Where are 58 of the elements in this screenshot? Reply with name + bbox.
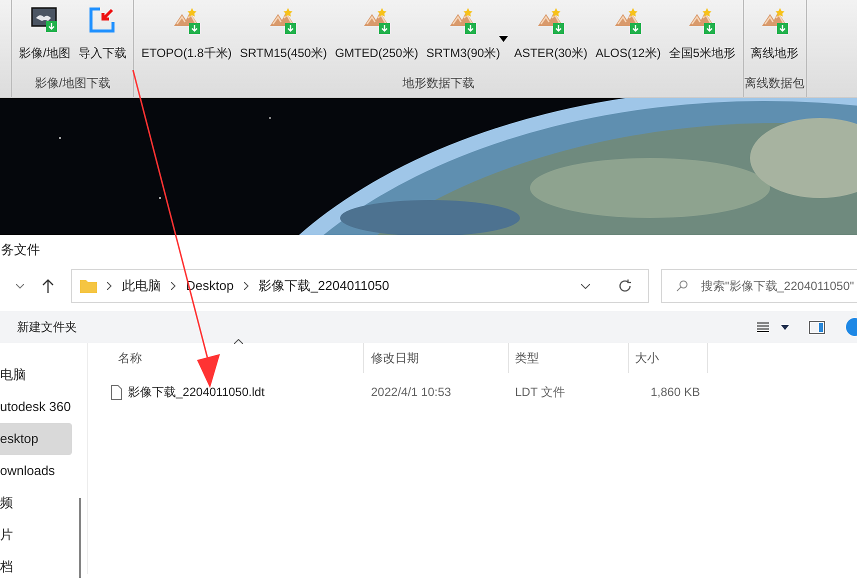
file-name[interactable]: 影像下载_2204011050.ldt [128, 383, 265, 401]
ribbon-button[interactable]: 全国5米地形 [666, 6, 738, 64]
map-download-icon [30, 6, 60, 34]
ribbon-button[interactable]: ALOS(12米) [593, 6, 663, 64]
nav-item[interactable]: 频 [0, 487, 72, 519]
chevron-right-icon [171, 282, 176, 290]
terrain-download-icon [613, 6, 644, 34]
terrain-download-icon [448, 6, 478, 34]
chevron-down-icon[interactable] [581, 284, 590, 288]
new-folder-button[interactable]: 新建文件夹 [17, 318, 77, 336]
column-header[interactable]: 修改日期 [364, 343, 509, 373]
terrain-download-icon [760, 6, 790, 34]
list-view-icon[interactable] [757, 322, 769, 332]
column-header[interactable]: 类型 [509, 343, 629, 373]
sort-caret-icon [234, 339, 243, 344]
ribbon-button[interactable]: 导入下载 [76, 6, 128, 64]
ribbon-button[interactable]: ASTER(30米) [512, 6, 590, 64]
terrain-download-icon [536, 6, 566, 34]
up-arrow-icon[interactable] [42, 279, 54, 293]
group-label: 离线数据包 [744, 75, 806, 92]
folder-icon [80, 279, 97, 293]
nav-item[interactable]: utodesk 360 [0, 391, 72, 423]
column-header[interactable]: 大小 [629, 343, 708, 373]
dialog-title: 务文件 [0, 241, 41, 259]
scrollbar[interactable] [79, 498, 81, 578]
import-icon [88, 6, 116, 34]
caret-icon[interactable] [781, 324, 789, 330]
ribbon-button[interactable]: ETOPO(1.8千米) [139, 6, 234, 64]
refresh-icon[interactable] [618, 279, 632, 293]
chevron-right-icon [244, 282, 249, 290]
ribbon-button[interactable]: 离线地形 [748, 6, 800, 64]
file-icon [111, 384, 122, 400]
chevron-down-icon[interactable] [16, 284, 24, 288]
terrain-download-icon [362, 6, 392, 34]
search-icon [676, 280, 688, 292]
type-cell-text: LDT 文件 [514, 384, 566, 401]
ribbon-button[interactable]: GMTED(250米) [332, 6, 420, 64]
nav-item[interactable]: esktop [0, 423, 72, 455]
preview-pane-icon[interactable] [809, 320, 825, 334]
ribbon-button[interactable]: 影像/地图 [17, 6, 72, 64]
date-cell-text: 2022/4/1 10:53 [370, 384, 452, 401]
nav-item[interactable]: 电脑 [0, 359, 72, 391]
ribbon-button[interactable]: SRTM15(450米) [238, 6, 329, 64]
dropdown-arrow-icon[interactable] [499, 36, 508, 42]
group-label: 地形数据下载 [401, 75, 476, 92]
terrain-download-icon [268, 6, 298, 34]
ribbon-button[interactable]: SRTM3(90米) [424, 6, 508, 64]
group-label: 影像/地图下载 [34, 75, 112, 92]
breadcrumb-item[interactable]: 此电脑 [122, 276, 161, 296]
nav-item[interactable]: 档 [0, 551, 72, 581]
terrain-download-icon [172, 6, 202, 34]
chevron-right-icon [107, 282, 112, 290]
size-cell-text: 1,860 KB [650, 384, 701, 401]
breadcrumb-item[interactable]: 影像下载_2204011050 [258, 276, 390, 296]
terrain-download-icon [687, 6, 718, 34]
search-field[interactable]: 搜索"影像下载_2204011050" [661, 269, 857, 303]
nav-item[interactable]: ownloads [0, 455, 72, 487]
nav-item[interactable]: 片 [0, 519, 72, 551]
